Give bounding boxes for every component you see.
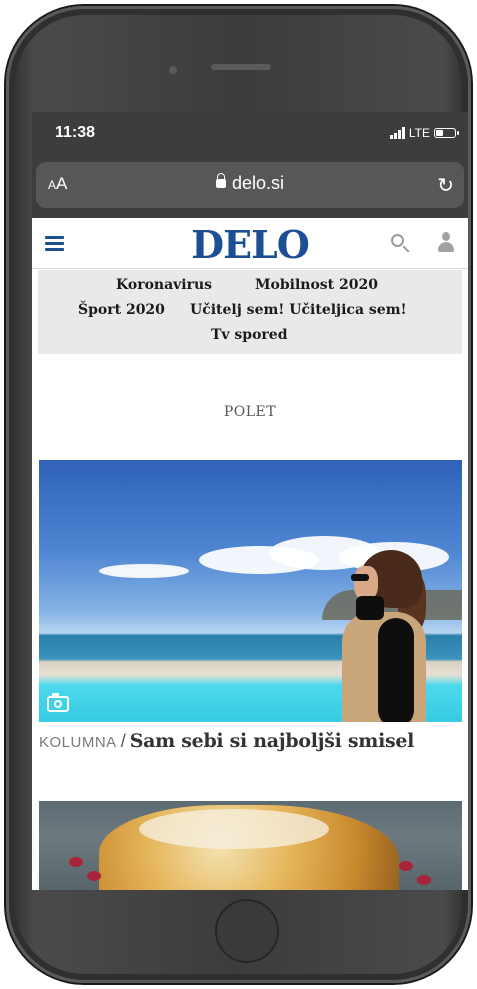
phone-screen: 11:38 LTE AA delo.si ↻ DELO Koronavirus … (32, 112, 468, 890)
section-label[interactable]: POLET (32, 404, 468, 420)
topic-link-ucitelj[interactable]: Učitelj sem! Učiteljica sem! (190, 302, 407, 318)
lock-icon (215, 173, 226, 188)
network-label: LTE (408, 126, 430, 140)
url-display[interactable]: delo.si (36, 173, 464, 194)
status-bar: 11:38 LTE (32, 112, 468, 158)
topic-link-koronavirus[interactable]: Koronavirus (116, 277, 212, 293)
kicker-separator: / (120, 731, 126, 751)
browser-toolbar: AA delo.si ↻ (32, 158, 468, 218)
article-headline[interactable]: KOLUMNA / Sam sebi si najboljši smisel (39, 730, 467, 752)
article-kicker: KOLUMNA (39, 734, 117, 751)
earpiece-speaker (211, 64, 271, 70)
signal-icon (389, 127, 405, 139)
site-header: DELO (32, 218, 468, 269)
topic-link-tv-spored[interactable]: Tv spored (211, 327, 288, 343)
article-title[interactable]: Sam sebi si najboljši smisel (130, 730, 415, 752)
topic-link-mobilnost[interactable]: Mobilnost 2020 (255, 277, 378, 293)
front-camera (169, 66, 177, 74)
topic-link-sport[interactable]: Šport 2020 (78, 302, 165, 318)
battery-icon (434, 128, 459, 138)
photo-subject (334, 546, 444, 722)
article-image-2[interactable] (39, 801, 462, 890)
topic-nav: Koronavirus Mobilnost 2020 Šport 2020 Uč… (38, 270, 462, 354)
status-indicators: LTE (389, 126, 459, 140)
user-icon[interactable] (437, 232, 455, 252)
reload-icon[interactable]: ↻ (437, 173, 454, 198)
address-bar[interactable]: AA delo.si ↻ (36, 162, 464, 208)
article-image[interactable] (39, 460, 462, 722)
status-time: 11:38 (55, 124, 96, 141)
camera-icon (47, 693, 69, 712)
home-button[interactable] (215, 899, 279, 963)
search-icon[interactable] (391, 234, 404, 247)
url-text: delo.si (231, 173, 285, 193)
phone-frame: 11:38 LTE AA delo.si ↻ DELO Koronavirus … (6, 6, 471, 983)
